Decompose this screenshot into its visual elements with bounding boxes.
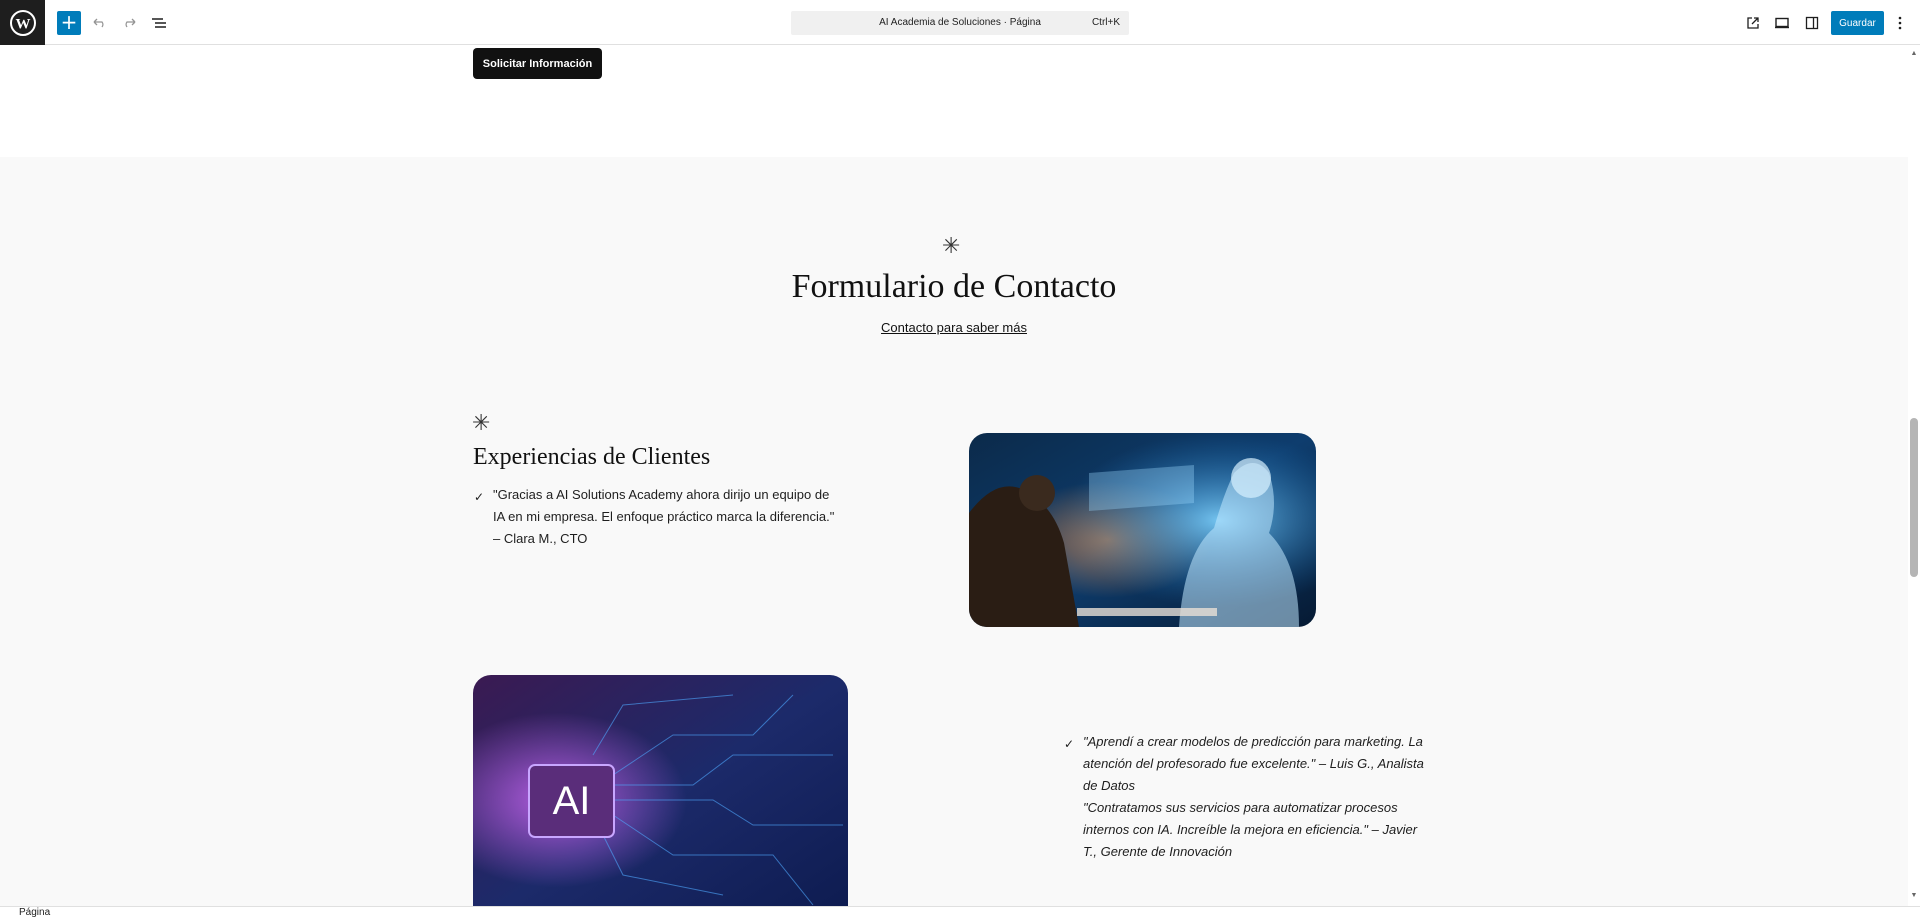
experiences-asterisk-icon: ✳ <box>472 411 491 436</box>
testimonial-line: "Contratamos sus servicios para automati… <box>1083 800 1398 815</box>
testimonial-line: – Clara M., CTO <box>493 531 588 546</box>
shortcut-hint: Ctrl+K <box>1091 17 1120 28</box>
testimonial-clara: "Gracias a AI Solutions Academy ahora di… <box>493 484 834 550</box>
contact-section: ✳ Formulario de Contacto Contacto para s… <box>0 157 1908 906</box>
wordpress-logo-svg: W <box>9 9 36 36</box>
request-info-button[interactable]: Solicitar Información <box>473 48 602 79</box>
ai-chip-label: AI <box>553 779 591 823</box>
redo-icon[interactable] <box>117 11 141 35</box>
check-icon: ✓ <box>1064 737 1075 751</box>
device-preview-icon[interactable] <box>1770 11 1794 35</box>
testimonial-line: T., Gerente de Innovación <box>1083 844 1233 859</box>
wordpress-logo-icon[interactable]: W <box>0 0 45 45</box>
add-block-button[interactable]: + <box>57 11 81 35</box>
testimonial-line: atención del profesorado fue excelente."… <box>1083 756 1424 771</box>
hero-section: Solicitar Información <box>0 46 1908 157</box>
breadcrumb-page[interactable]: Página <box>19 907 50 918</box>
more-options-icon[interactable] <box>1888 11 1912 35</box>
sidebar-toggle-icon[interactable] <box>1800 11 1824 35</box>
testimonial-line: "Aprendí a crear modelos de predicción p… <box>1083 734 1423 749</box>
testimonial-line: IA en mi empresa. El enfoque práctico ma… <box>493 509 835 524</box>
experiences-title: Experiencias de Clientes <box>473 444 711 470</box>
block-breadcrumb: Página <box>0 906 1920 919</box>
document-title: AI Academia de Soluciones · Página <box>879 17 1041 28</box>
testimonial-line: de Datos <box>1083 778 1136 793</box>
command-palette-bar[interactable]: AI Academia de Soluciones · Página Ctrl+… <box>791 11 1129 35</box>
testimonial-line: "Gracias a AI Solutions Academy ahora di… <box>493 487 830 502</box>
editor-toolbar: W + AI Academia de Soluciones · Página C… <box>0 0 1920 45</box>
testimonial-line: internos con IA. Increíble la mejora en … <box>1083 822 1418 837</box>
ai-hologram-image <box>969 433 1316 627</box>
scroll-down-icon[interactable]: ▼ <box>1910 892 1918 900</box>
testimonial-luis-javier: "Aprendí a crear modelos de predicción p… <box>1083 731 1424 863</box>
external-link-icon[interactable] <box>1741 11 1765 35</box>
scroll-thumb[interactable] <box>1910 418 1918 577</box>
contact-title: Formulario de Contacto <box>791 268 1117 305</box>
ai-chip-image: AI <box>473 675 848 906</box>
check-icon: ✓ <box>474 490 485 504</box>
save-button[interactable]: Guardar <box>1831 11 1884 35</box>
editor-canvas[interactable]: Solicitar Información ✳ Formulario de Co… <box>0 46 1908 906</box>
asterisk-icon: ✳ <box>942 234 961 259</box>
list-view-icon[interactable] <box>147 11 171 35</box>
canvas-scrollbar[interactable]: ▲ ▼ <box>1908 46 1920 906</box>
scroll-up-icon[interactable]: ▲ <box>1910 50 1918 58</box>
undo-icon[interactable] <box>88 11 112 35</box>
svg-text:W: W <box>15 16 30 32</box>
contact-link[interactable]: Contacto para saber más <box>0 320 1908 335</box>
